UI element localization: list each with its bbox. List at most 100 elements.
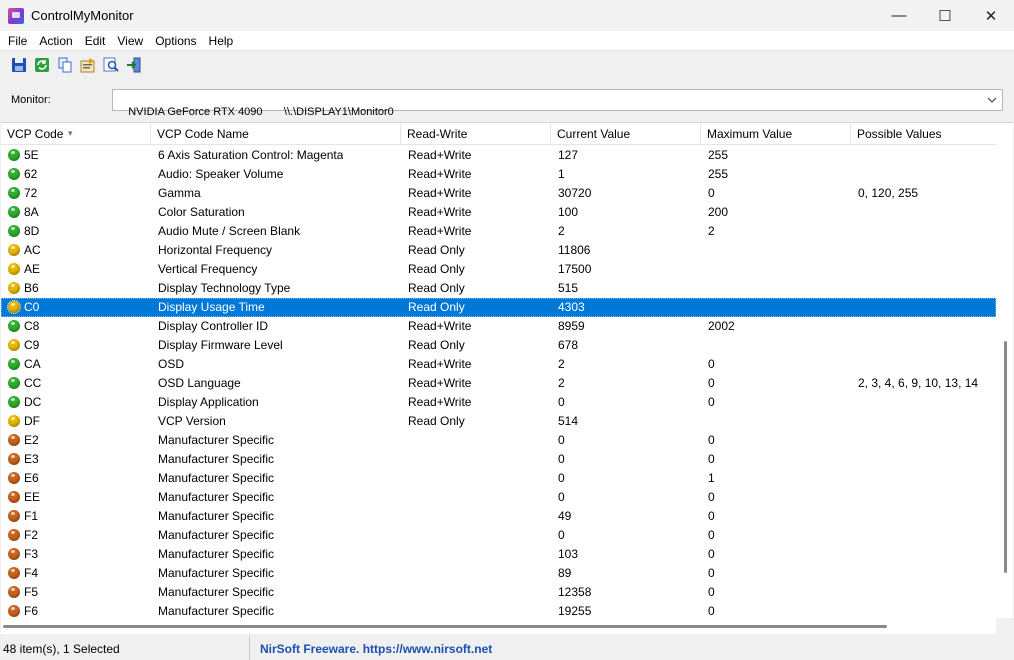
vcp-code-cell: F2 <box>24 528 39 542</box>
table-row[interactable]: 62 Audio: Speaker Volume Read+Write 1 255 <box>1 165 996 184</box>
table-row[interactable]: F4 Manufacturer Specific 89 0 <box>1 564 996 583</box>
read-write-cell: Read+Write <box>408 319 472 333</box>
table-row[interactable]: CC OSD Language Read+Write 2 0 2, 3, 4, 6, 9,… <box>1 374 996 393</box>
vcp-code-cell: F4 <box>24 566 39 580</box>
table-row[interactable]: CA OSD Read+Write 2 0 <box>1 355 996 374</box>
copy-icon <box>58 57 72 73</box>
column-header-vcp-code[interactable]: VCP Code ▾ <box>1 123 151 145</box>
maximum-value-cell: 0 <box>708 186 715 200</box>
table-row[interactable]: AC Horizontal Frequency Read Only 11806 <box>1 241 996 260</box>
vcp-list[interactable]: VCP Code ▾ VCP Code Name Read-Write Curr… <box>1 122 1013 634</box>
toolbar <box>0 52 1014 78</box>
menu-bar: File Action Edit View Options Help <box>0 31 1014 51</box>
vcp-code-cell: 62 <box>24 167 38 181</box>
maximum-value-cell: 0 <box>708 566 715 580</box>
column-header-current-value[interactable]: Current Value <box>551 123 701 145</box>
vcp-name-cell: Manufacturer Specific <box>158 509 275 523</box>
maximum-value-cell: 0 <box>708 395 715 409</box>
table-row[interactable]: 72 Gamma Read+Write 30720 0 0, 120, 255 <box>1 184 996 203</box>
table-row[interactable]: E6 Manufacturer Specific 0 1 <box>1 469 996 488</box>
column-header-read-write[interactable]: Read-Write <box>401 123 551 145</box>
status-dot-icon <box>8 415 20 427</box>
vcp-name-cell: VCP Version <box>158 414 226 428</box>
vcp-name-cell: Display Firmware Level <box>158 338 283 352</box>
close-button[interactable]: ✕ <box>968 0 1014 31</box>
current-value-cell: 0 <box>558 471 565 485</box>
table-row[interactable]: B6 Display Technology Type Read Only 515 <box>1 279 996 298</box>
possible-values-cell: 0, 120, 255 <box>858 186 919 200</box>
status-dot-icon <box>8 529 20 541</box>
vcp-code-cell: C0 <box>24 300 40 314</box>
menu-view[interactable]: View <box>111 34 149 48</box>
vcp-name-cell: Manufacturer Specific <box>158 471 275 485</box>
find-button[interactable] <box>102 56 120 74</box>
table-row[interactable]: F2 Manufacturer Specific 0 0 <box>1 526 996 545</box>
table-row[interactable]: C0 Display Usage Time Read Only 4303 <box>1 298 996 317</box>
status-dot-icon <box>8 586 20 598</box>
read-write-cell: Read Only <box>408 338 465 352</box>
menu-help[interactable]: Help <box>203 34 240 48</box>
status-dot-icon <box>8 453 20 465</box>
monitor-row: Monitor: NVIDIA GeForce RTX 4090 \\.\DIS… <box>0 88 1014 118</box>
vcp-name-cell: Display Controller ID <box>158 319 269 333</box>
maximum-value-cell: 0 <box>708 452 715 466</box>
monitor-dropdown[interactable]: NVIDIA GeForce RTX 4090 \\.\DISPLAY1\Mon… <box>112 89 1003 118</box>
status-dot-icon <box>7 300 21 314</box>
table-row[interactable]: EE Manufacturer Specific 0 0 <box>1 488 996 507</box>
table-row[interactable]: F3 Manufacturer Specific 103 0 <box>1 545 996 564</box>
table-row[interactable]: C8 Display Controller ID Read+Write 8959 200… <box>1 317 996 336</box>
column-header-maximum-value[interactable]: Maximum Value <box>701 123 851 145</box>
menu-edit[interactable]: Edit <box>79 34 112 48</box>
find-icon <box>103 57 119 72</box>
save-button[interactable] <box>10 56 28 74</box>
maximum-value-cell: 0 <box>708 509 715 523</box>
menu-options[interactable]: Options <box>149 34 202 48</box>
vcp-code-cell: DC <box>24 395 42 409</box>
exit-button[interactable] <box>125 56 143 74</box>
monitor-dropdown-value: NVIDIA GeForce RTX 4090 \\.\DISPLAY1\Mon… <box>128 106 394 118</box>
minimize-button[interactable]: — <box>876 0 922 31</box>
app-icon <box>8 7 24 24</box>
properties-button[interactable] <box>79 56 97 74</box>
maximize-button[interactable]: ☐ <box>922 0 968 31</box>
vcp-code-cell: E2 <box>24 433 39 447</box>
horizontal-scroll-thumb[interactable] <box>3 625 887 628</box>
table-row[interactable]: F5 Manufacturer Specific 12358 0 <box>1 583 996 602</box>
possible-values-cell: 2, 3, 4, 6, 9, 10, 13, 14 <box>858 376 979 390</box>
column-header-label: VCP Code <box>7 127 64 141</box>
maximum-value-cell: 0 <box>708 376 715 390</box>
vcp-name-cell: Manufacturer Specific <box>158 566 275 580</box>
table-row[interactable]: DF VCP Version Read Only 514 <box>1 412 996 431</box>
monitor-label: Monitor: <box>11 94 51 106</box>
menu-file[interactable]: File <box>2 34 33 48</box>
maximum-value-cell: 200 <box>708 205 729 219</box>
menu-action[interactable]: Action <box>33 34 78 48</box>
table-row[interactable]: C9 Display Firmware Level Read Only 678 <box>1 336 996 355</box>
table-row[interactable]: 5E 6 Axis Saturation Control: Magenta Read… <box>1 146 996 165</box>
status-dot-icon <box>8 244 20 256</box>
sort-indicator-icon: ▾ <box>68 128 73 138</box>
refresh-button[interactable] <box>33 56 51 74</box>
table-row[interactable]: DC Display Application Read+Write 0 0 <box>1 393 996 412</box>
column-header-vcp-code-name[interactable]: VCP Code Name <box>151 123 401 145</box>
vcp-code-cell: B6 <box>24 281 39 295</box>
vertical-scroll-thumb[interactable] <box>1004 341 1007 573</box>
table-row[interactable]: 8D Audio Mute / Screen Blank Read+Write 2 2 <box>1 222 996 241</box>
column-header-possible-values[interactable]: Possible Values <box>851 123 996 145</box>
status-dot-icon <box>8 206 20 218</box>
vertical-scrollbar[interactable] <box>997 123 1013 618</box>
table-row[interactable]: 8A Color Saturation Read+Write 100 200 <box>1 203 996 222</box>
refresh-icon <box>35 58 49 72</box>
vcp-name-cell: Manufacturer Specific <box>158 452 275 466</box>
table-row[interactable]: E2 Manufacturer Specific 0 0 <box>1 431 996 450</box>
status-dot-icon <box>8 472 20 484</box>
properties-icon <box>80 58 95 73</box>
horizontal-scrollbar[interactable] <box>1 618 996 634</box>
table-row[interactable]: F1 Manufacturer Specific 49 0 <box>1 507 996 526</box>
table-row[interactable]: E3 Manufacturer Specific 0 0 <box>1 450 996 469</box>
copy-button[interactable] <box>56 56 74 74</box>
current-value-cell: 127 <box>558 148 579 162</box>
nirsoft-link[interactable]: NirSoft Freeware. https://www.nirsoft.ne… <box>260 642 492 656</box>
table-row[interactable]: AE Vertical Frequency Read Only 17500 <box>1 260 996 279</box>
status-dot-icon <box>8 282 20 294</box>
